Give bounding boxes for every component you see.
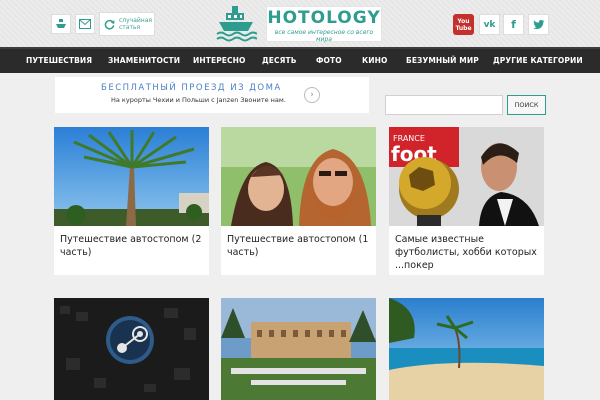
search-button[interactable]: ПОИСК <box>507 95 546 115</box>
mail-button[interactable] <box>75 14 95 34</box>
article-image-steam <box>54 298 209 400</box>
facebook-link[interactable]: f <box>503 14 524 35</box>
youtube-link[interactable]: You Tube <box>453 14 474 35</box>
nav-item-interesting[interactable]: ИНТЕРЕСНО <box>193 56 245 65</box>
logo-subtitle: все самое интересное со всего мира <box>274 29 374 43</box>
vk-link[interactable]: vk <box>479 14 500 35</box>
nav-item-other-categories[interactable]: ДРУГИЕ КАТЕГОРИИ <box>493 56 583 65</box>
logo-title: HOTOLOGY <box>267 8 381 28</box>
ad-banner[interactable]: БЕСПЛАТНЫЙ ПРОЕЗД ИЗ ДОМА На курорты Чех… <box>55 77 369 113</box>
article-image-beach <box>389 298 544 400</box>
article-image-footballer: FRANCE foot <box>389 127 544 226</box>
random-article-label: случайная статья <box>119 17 153 31</box>
article-card[interactable]: Путешествие автостопом (1 часть) <box>221 127 376 275</box>
vk-icon: vk <box>483 19 496 30</box>
nav-item-photo[interactable]: ФОТО <box>316 56 342 65</box>
article-card[interactable]: Путешествие автостопом (2 часть) <box>54 127 209 275</box>
article-image-couple <box>221 127 376 226</box>
nav-item-crazy-world[interactable]: БЕЗУМНЫЙ МИР <box>406 56 479 65</box>
random-article-button[interactable]: случайная статья <box>99 12 155 36</box>
youtube-icon: You Tube <box>455 17 472 32</box>
site-logo[interactable]: HOTOLOGY все самое интересное со всего м… <box>266 6 382 43</box>
article-card[interactable] <box>221 298 376 400</box>
search-input[interactable] <box>385 95 503 115</box>
article-title[interactable]: Путешествие автостопом (1 часть) <box>227 233 370 259</box>
ad-subtitle: На курорты Чехии и Польши с Janzen Звони… <box>111 96 286 104</box>
logo-ship-icon[interactable] <box>215 4 257 42</box>
facebook-icon: f <box>511 18 516 31</box>
refresh-icon <box>104 19 115 29</box>
article-card[interactable] <box>54 298 209 400</box>
chevron-right-icon[interactable]: › <box>304 87 320 103</box>
nav-item-cinema[interactable]: КИНО <box>362 56 387 65</box>
nav-item-celebrities[interactable]: ЗНАМЕНИТОСТИ <box>108 56 180 65</box>
ad-title: БЕСПЛАТНЫЙ ПРОЕЗД ИЗ ДОМА <box>101 83 282 93</box>
ship-icon-button[interactable] <box>51 14 71 34</box>
article-card[interactable]: FRANCE foot Самые известные футболисты, … <box>389 127 544 275</box>
site-header: случайная статья HOTOLOGY все самое инте… <box>0 0 600 47</box>
nav-item-ten[interactable]: ДЕСЯТЬ <box>262 56 297 65</box>
ship-icon <box>56 19 66 28</box>
twitter-link[interactable] <box>528 14 549 35</box>
main-nav: ПУТЕШЕСТВИЯ ЗНАМЕНИТОСТИ ИНТЕРЕСНО ДЕСЯТ… <box>0 47 600 73</box>
article-image-palm <box>54 127 209 226</box>
article-title[interactable]: Путешествие автостопом (2 часть) <box>60 233 203 259</box>
article-card[interactable] <box>389 298 544 400</box>
mail-icon <box>79 19 91 29</box>
article-image-palace <box>221 298 376 400</box>
twitter-icon <box>532 19 544 29</box>
nav-item-travel[interactable]: ПУТЕШЕСТВИЯ <box>26 56 92 65</box>
article-title[interactable]: Самые известные футболисты, хобби которы… <box>395 233 538 272</box>
